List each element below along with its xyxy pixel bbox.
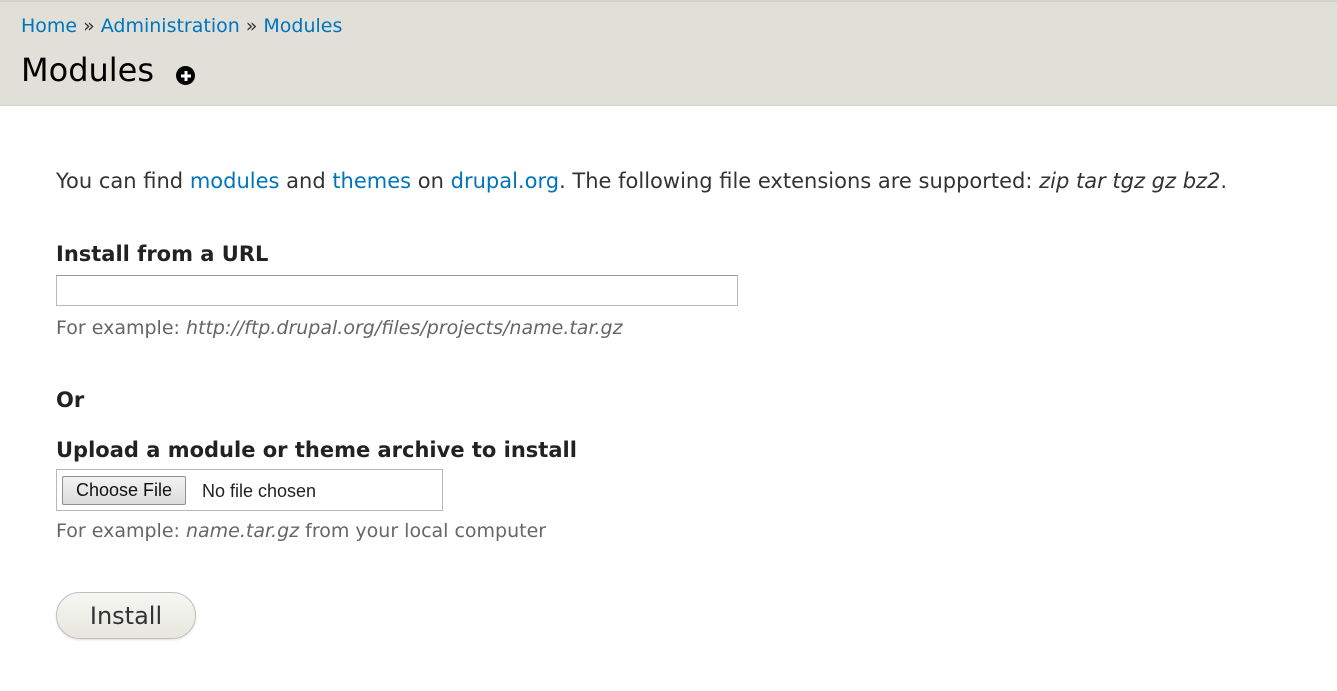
breadcrumb-separator: » — [245, 15, 258, 37]
help-text-on: on — [411, 169, 451, 193]
breadcrumb: Home» Administration» Modules — [21, 14, 342, 38]
upload-description-prefix: For example: — [56, 520, 186, 542]
themes-link[interactable]: themes — [332, 169, 411, 193]
upload-example: name.tar.gz — [185, 520, 300, 542]
breadcrumb-modules-link[interactable]: Modules — [263, 15, 342, 37]
page-title: Modules — [21, 51, 155, 89]
breadcrumb-administration-link[interactable]: Administration — [101, 15, 240, 37]
file-status-text: No file chosen — [202, 481, 317, 501]
install-url-description: For example: http://ftp.drupal.org/files… — [56, 316, 623, 340]
help-text-prefix: You can find — [56, 169, 190, 193]
install-button[interactable]: Install — [56, 592, 196, 639]
install-url-input[interactable] — [56, 275, 738, 306]
page-header: Home» Administration» Modules Modules — [0, 0, 1337, 106]
upload-file-input[interactable]: Choose File No file chosen — [56, 469, 443, 511]
upload-description-suffix: from your local computer — [299, 520, 547, 542]
breadcrumb-separator: » — [83, 15, 95, 37]
plus-circle-icon[interactable] — [176, 66, 195, 85]
help-text-end: . — [1220, 169, 1228, 193]
breadcrumb-home-link[interactable]: Home — [21, 15, 77, 37]
install-url-example: http://ftp.drupal.org/files/projects/nam… — [185, 317, 623, 339]
help-text-suffix: . The following file extensions are supp… — [559, 169, 1040, 193]
upload-archive-description: For example: name.tar.gz from your local… — [56, 519, 546, 543]
upload-archive-label: Upload a module or theme archive to inst… — [56, 438, 577, 462]
supported-extensions: zip tar tgz gz bz2 — [1039, 169, 1221, 193]
help-text: You can find modules and themes on drupa… — [56, 167, 1227, 195]
help-text-and: and — [279, 169, 333, 193]
or-separator-text: Or — [56, 388, 85, 412]
drupal-org-link[interactable]: drupal.org — [451, 169, 559, 193]
install-url-description-prefix: For example: — [56, 317, 186, 339]
choose-file-button[interactable]: Choose File — [62, 476, 187, 505]
modules-link[interactable]: modules — [190, 169, 280, 193]
install-url-label: Install from a URL — [56, 242, 269, 266]
